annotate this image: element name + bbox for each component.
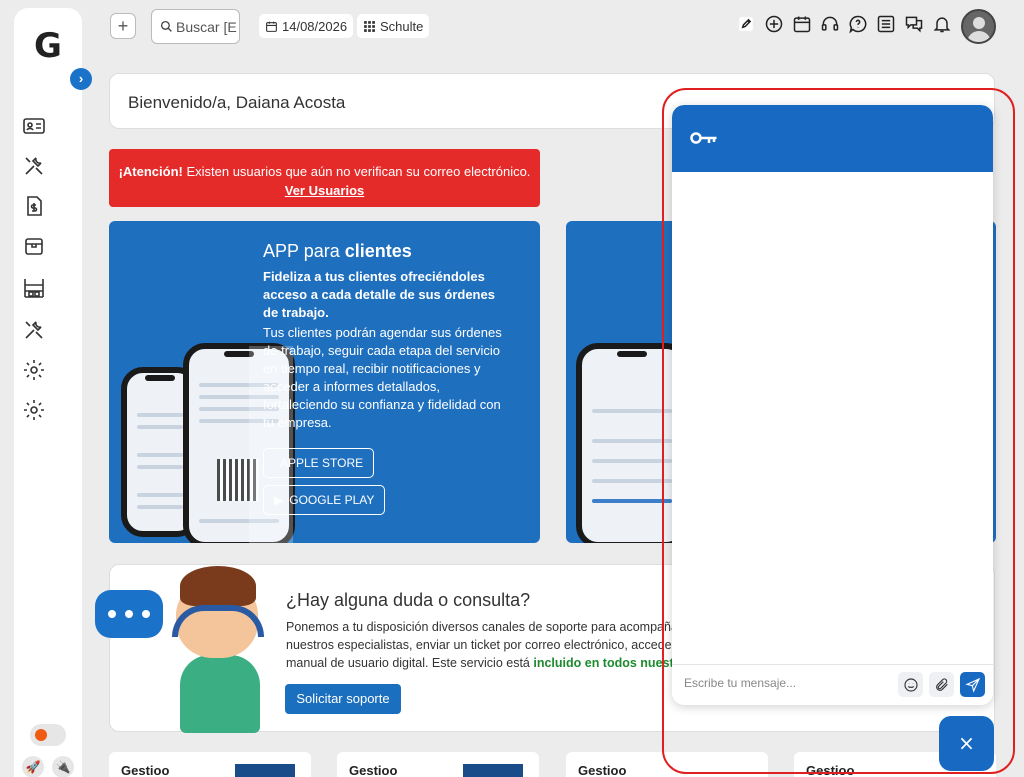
bottom-card-label: Gestioo bbox=[806, 763, 855, 777]
user-avatar[interactable] bbox=[961, 9, 996, 44]
smiley-icon bbox=[903, 677, 918, 692]
search-icon bbox=[160, 20, 172, 32]
bottom-card[interactable]: Gestioo bbox=[109, 752, 311, 777]
company-label: Schulte bbox=[380, 18, 424, 34]
plug-icon[interactable]: 🔌 bbox=[52, 756, 74, 777]
send-icon bbox=[964, 677, 980, 693]
mascot-hair bbox=[180, 566, 256, 606]
title-bold: clientes bbox=[344, 241, 412, 261]
key-icon bbox=[690, 132, 717, 144]
sidebar-expand-button[interactable]: › bbox=[70, 68, 92, 90]
calendar-icon[interactable] bbox=[791, 12, 813, 36]
shelves-icon[interactable] bbox=[22, 276, 46, 300]
emoji-button[interactable] bbox=[898, 672, 923, 697]
support-line-2: nuestros especialistas, enviar un ticket… bbox=[286, 638, 676, 652]
add-button[interactable]: + bbox=[110, 13, 136, 39]
app-logo[interactable]: G bbox=[34, 26, 62, 66]
support-title: ¿Hay alguna duda o consulta? bbox=[286, 590, 531, 610]
tools-icon[interactable] bbox=[22, 318, 46, 342]
search-field[interactable]: Buscar [E bbox=[151, 9, 240, 44]
view-users-link[interactable]: Ver Usuarios bbox=[285, 183, 365, 198]
gear-icon[interactable] bbox=[22, 398, 46, 422]
mascot-illustration bbox=[180, 655, 260, 733]
tools-icon[interactable] bbox=[22, 154, 46, 178]
alert-bold: ¡Atención! bbox=[118, 164, 183, 179]
welcome-text: Bienvenido/a, Daiana Acosta bbox=[128, 93, 346, 112]
client-app-body: Tus clientes podrán agendar sus órdenes … bbox=[263, 325, 502, 430]
apple-store-label: APPLE STORE bbox=[280, 456, 364, 470]
theme-toggle[interactable] bbox=[30, 724, 66, 746]
mascot-headphones bbox=[172, 605, 264, 637]
chat-message-input[interactable] bbox=[684, 676, 894, 690]
support-description: Ponemos a tu disposición diversos canale… bbox=[286, 618, 686, 672]
bottom-card[interactable]: Gestioo bbox=[337, 752, 539, 777]
chats-icon[interactable] bbox=[903, 12, 925, 36]
alert-text: Existen usuarios que aún no verifican su… bbox=[182, 164, 531, 179]
chat-footer bbox=[672, 664, 993, 705]
grid-icon bbox=[364, 20, 375, 32]
chat-header bbox=[672, 105, 993, 172]
date-label: 14/08/2026 bbox=[282, 18, 348, 34]
google-play-button[interactable]: ▶ GOOGLE PLAY bbox=[263, 485, 386, 515]
client-app-text: APP para clientes Fideliza a tus cliente… bbox=[263, 241, 503, 432]
gear-icon[interactable] bbox=[22, 358, 46, 382]
title-pre: APP para bbox=[263, 241, 345, 261]
invoice-icon[interactable] bbox=[22, 194, 46, 218]
send-button[interactable] bbox=[960, 672, 985, 697]
client-app-lead: Fideliza a tus clientes ofreciéndoles ac… bbox=[263, 269, 495, 320]
box-icon[interactable] bbox=[22, 234, 46, 258]
client-app-title: APP para clientes bbox=[263, 241, 503, 262]
apple-store-button[interactable]: APPLE STORE bbox=[263, 448, 375, 478]
attach-button[interactable] bbox=[929, 672, 954, 697]
plus-circle-icon[interactable] bbox=[763, 12, 785, 36]
date-chip[interactable]: 14/08/2026 bbox=[259, 14, 354, 38]
search-placeholder: Buscar [E bbox=[176, 18, 237, 35]
top-toolbar bbox=[735, 12, 953, 36]
list-icon[interactable] bbox=[875, 12, 897, 36]
bottom-card-label: Gestioo bbox=[578, 763, 627, 777]
support-included-text: incluido en todos nuestr bbox=[533, 656, 679, 670]
support-line-1: Ponemos a tu disposición diversos canale… bbox=[286, 620, 678, 634]
paperclip-icon bbox=[935, 677, 948, 691]
bottom-card-label: Gestioo bbox=[349, 763, 398, 777]
client-app-card: APP para clientes Fideliza a tus cliente… bbox=[109, 221, 540, 543]
id-card-icon[interactable] bbox=[22, 114, 46, 138]
calendar-icon bbox=[266, 21, 277, 32]
support-line-3: manual de usuario digital. Este servicio… bbox=[286, 656, 534, 670]
bottom-card-label: Gestioo bbox=[121, 763, 170, 777]
rocket-icon[interactable]: 🚀 bbox=[22, 756, 44, 777]
company-chip[interactable]: Schulte bbox=[357, 14, 430, 38]
request-support-button[interactable]: Solicitar soporte bbox=[285, 684, 401, 714]
play-icon: ▶ bbox=[274, 493, 284, 507]
google-play-label: GOOGLE PLAY bbox=[289, 493, 375, 507]
bell-icon[interactable] bbox=[931, 12, 953, 36]
help-chat-icon[interactable] bbox=[847, 12, 869, 36]
chat-bubble-illustration bbox=[95, 590, 163, 638]
chat-widget bbox=[672, 105, 993, 705]
email-verification-alert: ¡Atención! Existen usuarios que aún no v… bbox=[109, 149, 540, 207]
bottom-card[interactable]: Gestioo bbox=[566, 752, 768, 777]
edit-icon[interactable] bbox=[735, 12, 757, 36]
chat-close-button[interactable]: × bbox=[939, 716, 994, 771]
headset-icon[interactable] bbox=[819, 12, 841, 36]
